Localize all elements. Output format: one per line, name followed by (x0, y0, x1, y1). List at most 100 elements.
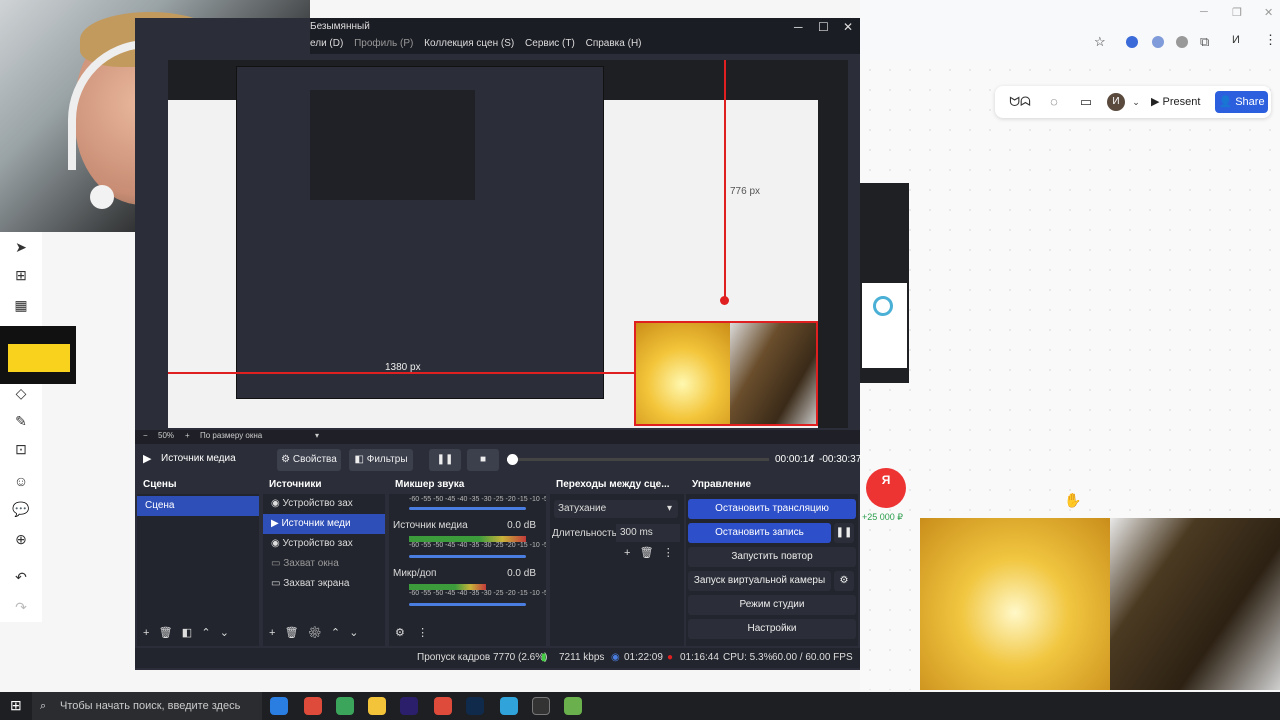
virtual-camera-button[interactable]: Запуск виртуальной камеры (688, 571, 831, 591)
profile-avatar[interactable]: И (1232, 34, 1240, 46)
user-avatar[interactable]: И (1107, 93, 1125, 111)
extension-icon[interactable] (1152, 36, 1164, 48)
templates-icon[interactable]: ⊞ (12, 266, 30, 284)
menu-item-scene-collection[interactable]: Коллекция сцен (S) (424, 38, 514, 49)
media-seek-track[interactable] (507, 454, 769, 465)
add-icon[interactable]: + (269, 627, 275, 639)
zoom-out-icon[interactable]: − (143, 431, 148, 440)
source-item[interactable]: ◉ Устройство зах (263, 534, 385, 554)
undo-icon[interactable]: ↶ (12, 568, 30, 586)
volume-slider[interactable] (409, 555, 526, 558)
settings-button[interactable]: Настройки (688, 619, 856, 639)
more-menu-icon[interactable]: ⋮ (417, 627, 428, 639)
maximize-icon[interactable]: ☐ (818, 20, 829, 34)
present-button[interactable]: ▶ Present (1151, 92, 1211, 112)
board-yellow-card[interactable] (0, 326, 76, 384)
stop-button[interactable]: ■ (467, 449, 499, 471)
file-explorer-icon[interactable] (368, 697, 386, 715)
mixer-title: Микшер звука (389, 476, 546, 494)
chrome-icon[interactable] (434, 697, 452, 715)
guide-handle[interactable] (720, 296, 729, 305)
comment-icon[interactable]: 💬 (12, 500, 30, 518)
share-button[interactable]: 👤 Share (1215, 91, 1268, 113)
stop-recording-button[interactable]: Остановить запись (688, 523, 831, 543)
transition-select[interactable]: Затухание ▾ (554, 500, 678, 518)
gear-icon[interactable]: ⚙ (308, 627, 322, 639)
replay-buffer-button[interactable]: Запустить повтор (688, 547, 856, 567)
minimize-icon[interactable]: ─ (1200, 6, 1208, 18)
scene-item[interactable]: Сцена (137, 496, 259, 516)
studio-mode-button[interactable]: Режим студии (688, 595, 856, 615)
emoji-icon[interactable]: ☺ (12, 472, 30, 490)
media-seek-handle[interactable] (507, 454, 518, 465)
chevron-down-icon[interactable]: ▾ (315, 431, 319, 440)
more-menu-icon[interactable]: ⋮ (663, 547, 674, 559)
frame-crop-icon[interactable]: ⊡ (12, 440, 30, 458)
extension-icon[interactable] (1126, 36, 1138, 48)
menu-item-help[interactable]: Справка (H) (586, 38, 642, 49)
move-up-icon[interactable]: ⌃ (331, 627, 340, 639)
move-down-icon[interactable]: ⌄ (220, 627, 229, 639)
add-icon[interactable]: + (143, 627, 149, 639)
redo-icon[interactable]: ↷ (12, 598, 30, 616)
board-image-card[interactable] (860, 183, 909, 383)
pause-recording-button[interactable]: ❚❚ (834, 523, 854, 543)
source-item-selected[interactable]: ▶ Источник меди (263, 514, 385, 534)
move-up-icon[interactable]: ⌃ (201, 627, 210, 639)
extension-icon[interactable] (1176, 36, 1188, 48)
reactions-icon[interactable]: ᗢᗣ (1005, 93, 1035, 111)
menu-item-tools[interactable]: Сервис (T) (525, 38, 575, 49)
frame-icon[interactable]: ▦ (12, 296, 30, 314)
puzzle-icon[interactable]: ⧉ (1200, 34, 1209, 50)
close-icon[interactable]: ✕ (843, 20, 853, 34)
filters-button[interactable]: ◧ Фильтры (349, 449, 413, 471)
windows-start-icon[interactable]: ⊞ (10, 697, 22, 714)
close-icon[interactable]: ✕ (1264, 6, 1273, 19)
source-item[interactable]: ◉ Устройство зах (263, 494, 385, 514)
pen-icon[interactable]: ✎ (12, 412, 30, 430)
chat-icon[interactable]: ◌ (1045, 93, 1063, 111)
volume-slider[interactable] (409, 603, 526, 606)
delete-icon[interactable]: 🗑 (640, 547, 654, 559)
edge-icon[interactable] (270, 697, 288, 715)
add-icon[interactable]: ⊕ (12, 530, 30, 548)
more-menu-icon[interactable]: ⋮ (1264, 32, 1277, 48)
taskbar-search[interactable]: ⌕ Чтобы начать поиск, введите здесь (32, 692, 262, 720)
filter-icon[interactable]: ◧ (182, 627, 192, 639)
source-item[interactable]: ▭ Захват окна (263, 554, 385, 574)
properties-button[interactable]: ⚙ Свойства (277, 449, 341, 471)
video-call-icon[interactable]: ▭ (1077, 93, 1095, 111)
menu-item[interactable]: ели (D) (310, 38, 343, 49)
delete-icon[interactable]: 🗑 (285, 627, 299, 639)
pause-button[interactable]: ❚❚ (429, 449, 461, 471)
bookmark-star-icon[interactable]: ☆ (1094, 34, 1106, 50)
obs-icon[interactable] (532, 697, 550, 715)
move-down-icon[interactable]: ⌄ (349, 627, 358, 639)
restore-icon[interactable]: ❐ (1232, 6, 1242, 19)
zoom-mode[interactable]: По размеру окна (200, 431, 262, 440)
minimize-icon[interactable]: ─ (794, 20, 803, 34)
add-icon[interactable]: + (624, 547, 630, 559)
mixer-settings-icon[interactable]: ⚙ (395, 627, 405, 639)
signal-icon: ▮ (541, 652, 547, 663)
telegram-icon[interactable] (500, 697, 518, 715)
delete-icon[interactable]: 🗑 (159, 627, 173, 639)
select-cursor-icon[interactable]: ➤ (12, 238, 30, 256)
minecraft-icon[interactable] (564, 697, 582, 715)
gear-icon[interactable]: ⚙ (834, 571, 854, 591)
play-icon[interactable]: ▶ (143, 452, 151, 465)
chevron-down-icon[interactable]: ⌄ (1127, 93, 1145, 111)
selected-source-bounds[interactable] (634, 321, 818, 426)
duration-input[interactable]: 300 ms (616, 524, 680, 542)
source-item[interactable]: ▭ Захват экрана (263, 574, 385, 594)
chrome-icon[interactable] (336, 697, 354, 715)
menu-item-profile[interactable]: Профиль (P) (354, 38, 413, 49)
stop-streaming-button[interactable]: Остановить трансляцию (688, 499, 856, 519)
photoshop-icon[interactable] (466, 697, 484, 715)
chrome-icon[interactable] (304, 697, 322, 715)
shapes-icon[interactable]: ◇ (12, 384, 30, 402)
meter-scale: -60 -55 -50 -45 -40 -35 -30 -25 -20 -15 … (409, 496, 546, 503)
zoom-in-icon[interactable]: + (185, 431, 190, 440)
volume-slider[interactable] (409, 507, 526, 510)
premiere-icon[interactable] (400, 697, 418, 715)
